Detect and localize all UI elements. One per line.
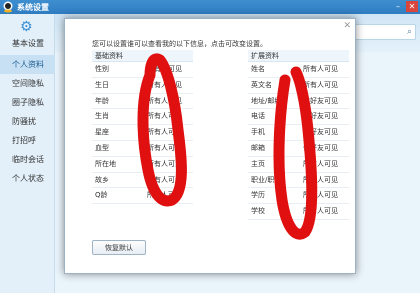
table-row[interactable]: 手机 仅好友可见 (248, 125, 349, 141)
table-row[interactable]: 性别 所有人可见 (92, 62, 193, 78)
visibility-value[interactable]: 所有人可见 (147, 94, 193, 109)
field-label: 地址/邮编 (251, 96, 282, 105)
table-row[interactable]: 英文名 所有人可见 (248, 78, 349, 94)
field-label: 职业/职位 (251, 175, 282, 184)
table-row[interactable]: 年龄 所有人可见 (92, 94, 193, 110)
visibility-value[interactable]: 所有人可见 (147, 188, 193, 203)
sidebar-item[interactable]: 圈子隐私 (0, 93, 55, 112)
table-row[interactable]: 主页 所有人可见 (248, 157, 349, 173)
visibility-value[interactable]: 所有人可见 (147, 157, 193, 172)
visibility-value[interactable]: 仅好友可见 (303, 125, 349, 140)
visibility-value[interactable]: 所有人可见 (303, 62, 349, 77)
table-row[interactable]: 故乡 所有人可见 (92, 173, 193, 189)
visibility-value[interactable]: 所有人可见 (303, 157, 349, 172)
privacy-dialog: ✕ 您可以设置谁可以查看我的以下信息，点击可改变设置。 基础资料 性别 所有人可见… (64, 18, 356, 274)
sidebar-item[interactable]: 打招呼 (0, 131, 55, 150)
field-label: 手机 (251, 128, 265, 137)
close-button[interactable]: ✕ (406, 1, 418, 12)
visibility-value[interactable]: 仅好友可见 (303, 94, 349, 109)
field-label: 年龄 (95, 96, 109, 105)
visibility-value[interactable]: 所有人可见 (147, 109, 193, 124)
field-label: 性别 (95, 65, 109, 73)
sidebar-item[interactable]: 空间隐私 (0, 74, 55, 93)
table-row[interactable]: 星座 所有人可见 (92, 125, 193, 141)
reset-default-button[interactable]: 恢复默认 (92, 240, 146, 255)
table-row[interactable]: 邮箱 仅好友可见 (248, 141, 349, 157)
sidebar-item[interactable]: 个人资料 (0, 55, 55, 74)
visibility-value[interactable]: 所有人可见 (303, 188, 349, 203)
field-label: 生肖 (95, 112, 109, 121)
dialog-intro: 您可以设置谁可以查看我的以下信息，点击可改变设置。 (92, 40, 267, 48)
visibility-value[interactable]: 所有人可见 (147, 125, 193, 140)
table-row[interactable]: 姓名 所有人可见 (248, 62, 349, 78)
minimize-button[interactable]: – (392, 1, 404, 12)
visibility-value[interactable]: 仅好友可见 (303, 109, 349, 124)
table-row[interactable]: 生日 所有人可见 (92, 78, 193, 94)
field-label: 邮箱 (251, 143, 265, 152)
field-label: 电话 (251, 112, 265, 121)
table-row[interactable]: 血型 所有人可见 (92, 141, 193, 157)
basic-info-table: 基础资料 性别 所有人可见 生日 所有人可见 年龄 所有人可见 生肖 所有人可见 星座 所有人可见… (92, 50, 193, 205)
basic-info-header: 基础资料 (92, 50, 193, 62)
visibility-value[interactable]: 所有人可见 (147, 62, 193, 77)
table-row[interactable]: Q龄 所有人可见 (92, 188, 193, 205)
window-title: 系统设置 (17, 3, 49, 12)
visibility-value[interactable]: 所有人可见 (303, 173, 349, 188)
field-label: 学历 (251, 191, 265, 200)
sidebar-category: 基本设置 (12, 39, 44, 48)
field-label: 故乡 (95, 175, 109, 184)
extended-info-table: 扩展资料 姓名 所有人可见 英文名 所有人可见 地址/邮编 仅好友可见 电话 仅好友可见 手机仅… (248, 50, 349, 220)
visibility-value[interactable]: 仅好友可见 (303, 141, 349, 156)
visibility-value[interactable]: 所有人可见 (303, 78, 349, 93)
search-input[interactable]: ⌕ (346, 24, 416, 40)
table-row[interactable]: 生肖 所有人可见 (92, 109, 193, 126)
sidebar-item[interactable]: 个人状态 (0, 169, 55, 188)
search-icon: ⌕ (406, 27, 412, 37)
table-row[interactable]: 职业/职位 所有人可见 (248, 173, 349, 189)
extended-info-header: 扩展资料 (248, 50, 349, 62)
field-label: 血型 (95, 143, 109, 152)
field-label: Q龄 (95, 191, 108, 200)
table-row[interactable]: 学校 所有人可见 (248, 204, 349, 220)
sidebar-item[interactable]: 防骚扰 (0, 112, 55, 131)
table-row[interactable]: 所在地 所有人可见 (92, 157, 193, 173)
gear-icon: ⚙ (20, 19, 33, 35)
visibility-value[interactable]: 所有人可见 (147, 78, 193, 93)
field-label: 英文名 (251, 80, 272, 89)
visibility-value[interactable]: 所有人可见 (147, 173, 193, 188)
field-label: 学校 (251, 207, 265, 216)
visibility-value[interactable]: 所有人可见 (147, 141, 193, 156)
sidebar-item[interactable]: 临时会话 (0, 150, 55, 169)
field-label: 主页 (251, 159, 265, 168)
field-label: 姓名 (251, 65, 265, 73)
field-label: 生日 (95, 80, 109, 89)
title-bar: 系统设置 – ✕ (0, 0, 420, 14)
field-label: 星座 (95, 128, 109, 137)
visibility-value[interactable]: 所有人可见 (303, 204, 349, 219)
table-row[interactable]: 学历 所有人可见 (248, 188, 349, 205)
table-row[interactable]: 电话 仅好友可见 (248, 109, 349, 126)
app-logo-icon (3, 1, 13, 13)
dialog-close-icon[interactable]: ✕ (343, 21, 351, 31)
table-row[interactable]: 地址/邮编 仅好友可见 (248, 94, 349, 110)
field-label: 所在地 (95, 159, 116, 168)
sidebar: ⚙ 基本设置 个人资料 空间隐私 圈子隐私 防骚扰 打招呼 临时会话 个人状态 (0, 14, 55, 293)
